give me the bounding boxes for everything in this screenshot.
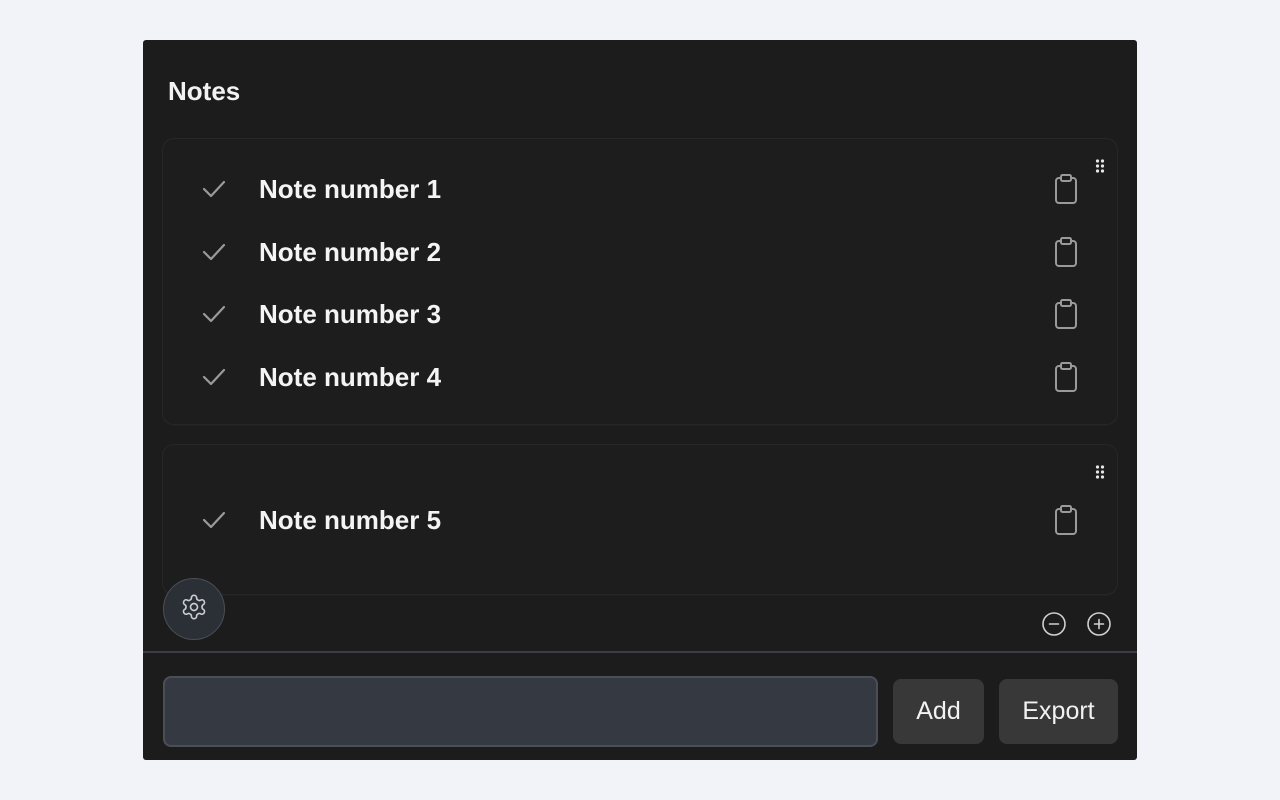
note-input[interactable] [163, 676, 878, 747]
gear-icon [180, 593, 208, 626]
check-icon[interactable] [200, 239, 228, 265]
check-icon[interactable] [200, 364, 228, 390]
export-button[interactable]: Export [999, 679, 1118, 744]
panel-title: Notes [168, 76, 241, 106]
note-row: Note number 4 [163, 355, 1117, 399]
note-text: Note number 5 [259, 505, 442, 535]
note-row: Note number 2 [163, 230, 1117, 274]
clipboard-icon[interactable] [1053, 236, 1079, 268]
clipboard-icon[interactable] [1053, 361, 1079, 393]
note-text: Note number 1 [259, 174, 442, 204]
zoom-out-button[interactable] [1041, 611, 1067, 637]
settings-button[interactable] [163, 578, 225, 640]
notes-panel: Notes Note number 1 Note number 2 Note n… [143, 40, 1137, 760]
plus-circle-icon [1087, 612, 1111, 636]
minus-circle-icon [1042, 612, 1066, 636]
check-icon[interactable] [200, 507, 228, 533]
clipboard-icon[interactable] [1053, 504, 1079, 536]
drag-handle-icon[interactable] [1095, 465, 1105, 479]
note-group-1: Note number 1 Note number 2 Note number … [162, 138, 1118, 425]
note-group-2: Note number 5 [162, 444, 1118, 595]
note-row: Note number 5 [163, 498, 1117, 542]
note-text: Note number 2 [259, 237, 442, 267]
clipboard-icon[interactable] [1053, 173, 1079, 205]
note-row: Note number 1 [163, 167, 1117, 211]
footer-divider [143, 651, 1137, 653]
check-icon[interactable] [200, 301, 228, 327]
check-icon[interactable] [200, 176, 228, 202]
add-button[interactable]: Add [893, 679, 984, 744]
clipboard-icon[interactable] [1053, 298, 1079, 330]
note-text: Note number 4 [259, 362, 442, 392]
note-row: Note number 3 [163, 292, 1117, 336]
note-text: Note number 3 [259, 299, 442, 329]
zoom-in-button[interactable] [1086, 611, 1112, 637]
